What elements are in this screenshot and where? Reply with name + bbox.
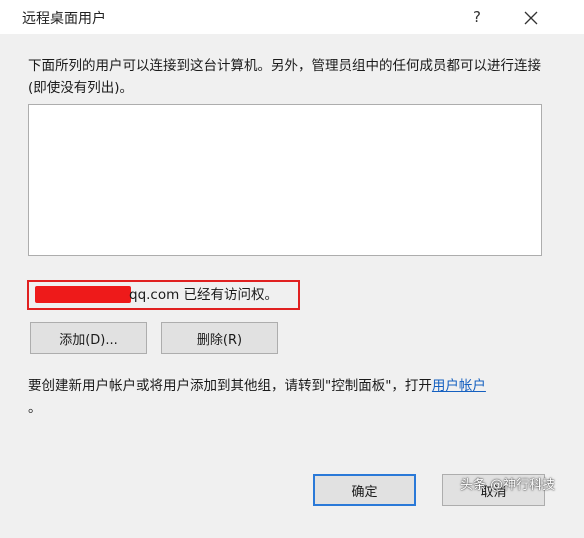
description-text: 下面所列的用户可以连接到这台计算机。另外，管理员组中的任何成员都可以进行连接(即… [28,58,541,96]
hint-body: 要创建新用户帐户或将用户添加到其他组，请转到"控制面板"，打开 [28,378,432,394]
redacted-username [35,286,131,303]
close-button[interactable] [518,6,544,30]
remove-button[interactable]: 删除(R) [161,322,278,354]
add-button[interactable]: 添加(D)... [30,322,147,354]
access-message: qq.com 已经有访问权。 [129,287,279,303]
title-bar: 远程桌面用户 ? [0,0,584,34]
access-notice-highlight: qq.com 已经有访问权。 [27,280,300,310]
watermark-text: 头条 @神行科技 [460,478,556,493]
close-icon [524,11,538,25]
dialog-body: 下面所列的用户可以连接到这台计算机。另外，管理员组中的任何成员都可以进行连接(即… [0,34,584,538]
window-title: 远程桌面用户 [22,11,106,27]
hint-text: 要创建新用户帐户或将用户添加到其他组，请转到"控制面板"，打开用户帐户 。 [28,375,558,419]
user-list[interactable] [28,104,542,256]
ok-button[interactable]: 确定 [313,474,416,506]
hint-end: 。 [28,400,42,416]
help-button[interactable]: ? [466,6,488,28]
user-accounts-link[interactable]: 用户帐户 [432,378,486,394]
